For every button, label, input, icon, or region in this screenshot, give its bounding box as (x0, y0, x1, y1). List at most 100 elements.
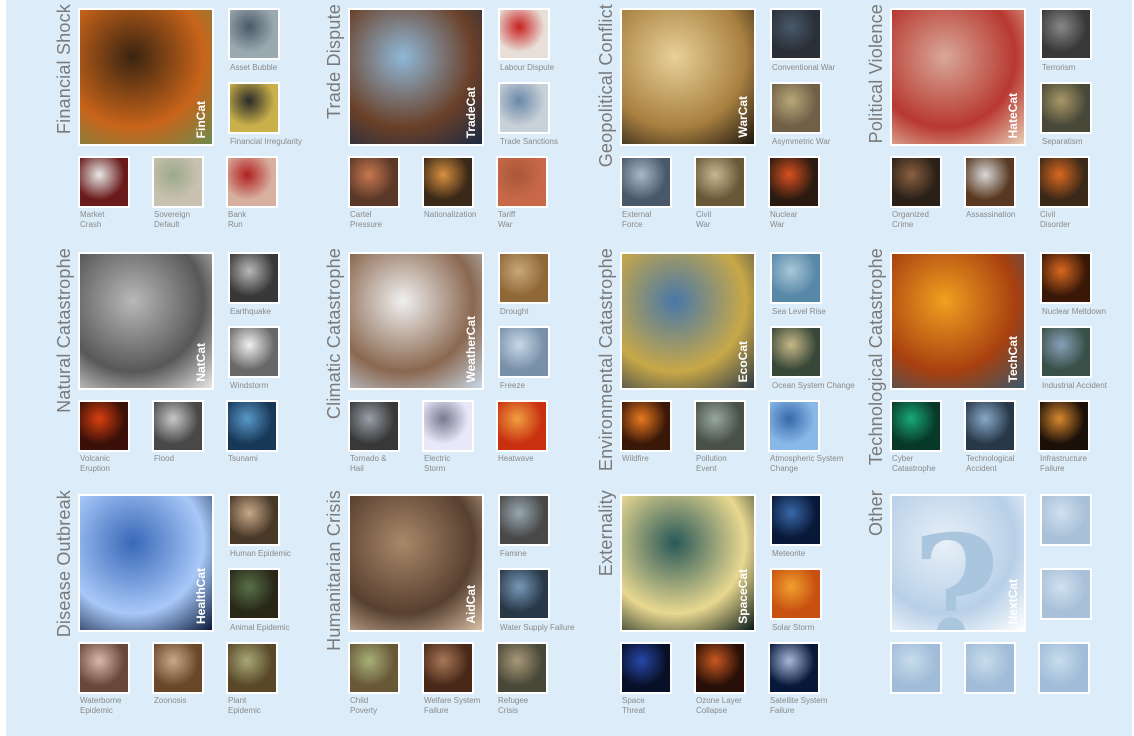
category-main-image[interactable]: NextCat? (890, 494, 1026, 632)
bottom-thumbnail[interactable] (620, 642, 672, 694)
side-thumbnail[interactable] (1040, 494, 1092, 546)
side-thumbnail[interactable] (770, 252, 822, 304)
bottom-thumbnail[interactable] (620, 400, 672, 452)
side-thumbnail[interactable] (1040, 82, 1092, 134)
threat-taxonomy-canvas: Financial Shock FinCat Asset Bubble Financi… (6, 0, 1132, 736)
category-main-image[interactable]: TechCat (890, 252, 1026, 390)
bottom-thumbnail[interactable] (348, 400, 400, 452)
side-thumbnail[interactable] (1040, 326, 1092, 378)
side-thumbnail[interactable] (498, 252, 550, 304)
bottom-thumbnail-label: Infrastructure Failure (1040, 454, 1087, 474)
bottom-thumbnail-label: Child Poverty (350, 696, 377, 716)
category-main-image[interactable]: NatCat (78, 252, 214, 390)
category-title-text: Political Violence (866, 4, 886, 144)
bottom-thumbnail[interactable] (422, 156, 474, 208)
label-line: Electric (424, 454, 451, 463)
bottom-thumbnail[interactable] (496, 156, 548, 208)
bottom-thumbnail-label: Heatwave (498, 454, 534, 464)
side-thumbnail[interactable] (1040, 8, 1092, 60)
bottom-thumbnail[interactable] (694, 400, 746, 452)
side-thumbnail[interactable] (228, 252, 280, 304)
side-thumbnail[interactable] (228, 82, 280, 134)
label-line: Event (696, 464, 717, 473)
category-tradecat: Trade Dispute TradeCat Labour Dispute Trade… (324, 0, 598, 240)
side-thumbnail-label: Financial Irregularity (230, 137, 303, 146)
bottom-thumbnail[interactable] (226, 156, 278, 208)
category-main-image[interactable]: EcoCat (620, 252, 756, 390)
bottom-thumbnail-label: Refugee Crisis (498, 696, 528, 716)
label-line: Nationalization (424, 210, 477, 219)
category-main-image[interactable]: WarCat (620, 8, 756, 146)
bottom-thumbnail[interactable] (1038, 642, 1090, 694)
side-thumbnail[interactable] (228, 326, 280, 378)
side-thumbnail[interactable] (498, 494, 550, 546)
side-thumbnail[interactable] (228, 568, 280, 620)
bottom-thumbnail[interactable] (152, 400, 204, 452)
bottom-thumbnail[interactable] (152, 156, 204, 208)
category-main-image[interactable]: TradeCat (348, 8, 484, 146)
bottom-thumbnail[interactable] (768, 642, 820, 694)
bottom-thumbnail[interactable] (964, 156, 1016, 208)
bottom-thumbnail[interactable] (890, 400, 942, 452)
bottom-thumbnail-label: Market Crash (80, 210, 104, 230)
bottom-thumbnail[interactable] (226, 400, 278, 452)
bottom-thumbnail[interactable] (78, 156, 130, 208)
bottom-thumbnail[interactable] (890, 642, 942, 694)
bottom-thumbnail[interactable] (964, 642, 1016, 694)
side-thumbnail[interactable] (770, 326, 822, 378)
category-main-image[interactable]: HateCat (890, 8, 1026, 146)
side-thumbnail[interactable] (770, 568, 822, 620)
bottom-thumbnail-label: Tsunami (228, 454, 258, 464)
bottom-thumbnail[interactable] (78, 642, 130, 694)
side-thumbnail[interactable] (498, 326, 550, 378)
bottom-thumbnail[interactable] (964, 400, 1016, 452)
bottom-thumbnail[interactable] (348, 642, 400, 694)
bottom-thumbnail[interactable] (226, 642, 278, 694)
bottom-thumbnail[interactable] (768, 400, 820, 452)
bottom-thumbnail[interactable] (694, 642, 746, 694)
bottom-thumbnail[interactable] (496, 400, 548, 452)
side-thumbnail[interactable] (770, 82, 822, 134)
category-main-image[interactable]: AidCat (348, 494, 484, 632)
category-title: Disease Outbreak (54, 490, 80, 637)
bottom-thumbnail[interactable] (422, 642, 474, 694)
category-tag: NatCat (194, 343, 208, 382)
category-main-image[interactable]: HealthCat (78, 494, 214, 632)
side-thumbnail[interactable] (1040, 568, 1092, 620)
side-thumbnail[interactable] (1040, 252, 1092, 304)
label-line: Threat (622, 706, 646, 715)
category-main-image[interactable]: FinCat (78, 8, 214, 146)
bottom-thumbnail-label: Plant Epidemic (228, 696, 261, 716)
category-nextcat: Other NextCat? (866, 486, 1134, 726)
bottom-thumbnail-label: Sovereign Default (154, 210, 190, 230)
bottom-thumbnail[interactable] (348, 156, 400, 208)
side-thumbnail[interactable] (770, 8, 822, 60)
bottom-thumbnail[interactable] (152, 642, 204, 694)
bottom-thumbnail[interactable] (422, 400, 474, 452)
category-title: Geopolitical Conflict (596, 4, 622, 167)
side-thumbnail[interactable] (498, 8, 550, 60)
side-thumbnail[interactable] (770, 494, 822, 546)
side-thumbnail[interactable] (228, 494, 280, 546)
side-thumbnail[interactable] (498, 568, 550, 620)
category-title-text: Technological Catastrophe (866, 248, 886, 466)
category-title: Climatic Catastrophe (324, 248, 350, 419)
bottom-thumbnail[interactable] (694, 156, 746, 208)
bottom-thumbnail[interactable] (78, 400, 130, 452)
category-warcat: Geopolitical Conflict WarCat Conventional … (596, 0, 870, 240)
bottom-thumbnail[interactable] (1038, 400, 1090, 452)
bottom-thumbnail[interactable] (890, 156, 942, 208)
bottom-thumbnail[interactable] (496, 642, 548, 694)
bottom-thumbnail[interactable] (620, 156, 672, 208)
bottom-thumbnail-label: Technological Accident (966, 454, 1014, 474)
category-main-image[interactable]: WeatherCat (348, 252, 484, 390)
side-thumbnail[interactable] (228, 8, 280, 60)
category-main-image[interactable]: SpaceCat (620, 494, 756, 632)
category-tag: NextCat (1006, 578, 1020, 624)
side-thumbnail[interactable] (498, 82, 550, 134)
bottom-thumbnail[interactable] (1038, 156, 1090, 208)
side-thumbnail-label: Drought (500, 307, 529, 316)
category-title: Natural Catastrophe (54, 248, 80, 413)
label-line: Pressure (350, 220, 383, 229)
bottom-thumbnail[interactable] (768, 156, 820, 208)
